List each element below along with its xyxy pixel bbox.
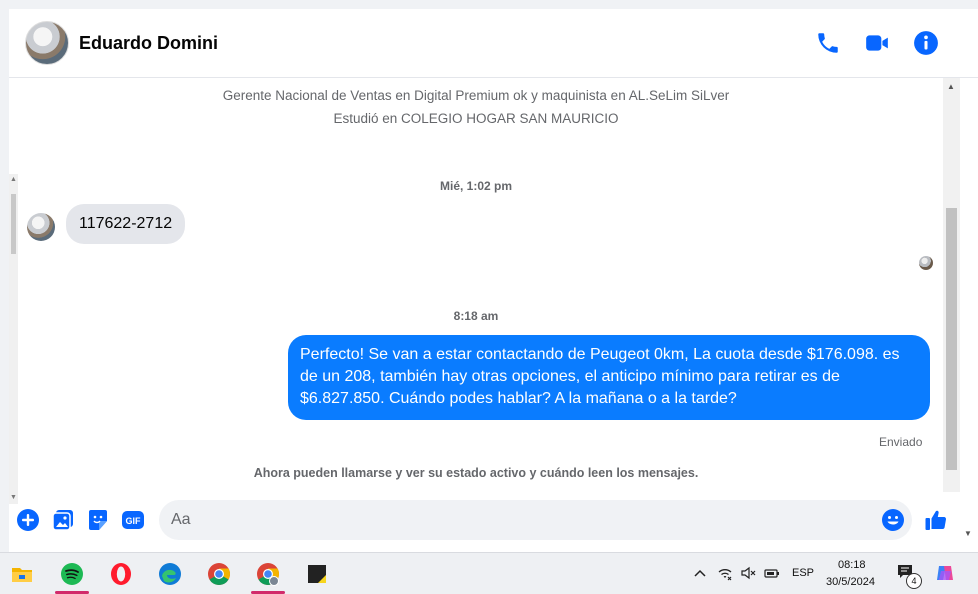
clock-date[interactable]: 30/5/2024 [826, 576, 875, 588]
edge-icon[interactable] [153, 557, 187, 591]
composer: GIF [9, 498, 978, 542]
like-icon[interactable] [924, 508, 948, 532]
volume-muted-icon[interactable] [740, 565, 756, 581]
chat-header: Eduardo Domini [9, 9, 978, 78]
phone-icon[interactable] [815, 30, 841, 56]
chrome-profile-icon[interactable] [251, 557, 285, 594]
sticky-notes-icon[interactable] [300, 557, 334, 591]
profile-work: Gerente Nacional de Ventas en Digital Pr… [222, 88, 730, 103]
info-icon[interactable] [913, 30, 939, 56]
file-explorer-icon[interactable] [5, 557, 39, 591]
message-input[interactable] [159, 500, 912, 540]
copilot-icon[interactable] [935, 563, 955, 583]
contact-avatar[interactable] [25, 21, 69, 65]
message-list[interactable]: Gerente Nacional de Ventas en Digital Pr… [9, 78, 943, 492]
spotify-icon[interactable] [55, 557, 89, 594]
contact-name[interactable]: Eduardo Domini [79, 33, 218, 54]
chat-window: ▲ ▼ Eduardo Domini Gerente Nacional de V… [9, 9, 978, 552]
outgoing-message[interactable]: Perfecto! Se van a estar contactando de … [288, 335, 930, 420]
video-camera-icon[interactable] [864, 30, 890, 56]
scroll-up-icon[interactable]: ▲ [947, 82, 955, 91]
system-notice: Ahora pueden llamarse y ver su estado ac… [253, 466, 699, 480]
sent-status: Enviado [879, 435, 923, 449]
notification-count-badge: 4 [906, 573, 922, 589]
top-strip [0, 0, 978, 9]
windows-taskbar: ESP 08:18 30/5/2024 4 [0, 552, 978, 594]
photo-gallery-icon[interactable] [51, 508, 75, 532]
opera-icon[interactable] [104, 557, 138, 591]
add-icon[interactable] [16, 508, 40, 532]
timestamp-separator: 8:18 am [453, 309, 499, 323]
battery-icon[interactable] [764, 565, 780, 581]
language-indicator[interactable]: ESP [792, 567, 814, 579]
show-hidden-icons-icon[interactable] [692, 565, 708, 581]
wifi-icon[interactable] [717, 565, 733, 581]
gif-label: GIF [126, 516, 142, 526]
sender-avatar[interactable] [27, 213, 55, 241]
profile-education: Estudió en COLEGIO HOGAR SAN MAURICIO [333, 111, 619, 126]
scroll-thumb[interactable] [946, 208, 957, 470]
read-receipt-avatar [919, 256, 933, 270]
sticker-icon[interactable] [86, 508, 110, 532]
page-scroll-down-icon[interactable]: ▼ [964, 529, 972, 538]
emoji-icon[interactable] [881, 508, 905, 532]
message-scrollbar[interactable]: ▲ [943, 78, 960, 492]
chrome-icon[interactable] [202, 557, 236, 591]
gif-icon[interactable]: GIF [121, 508, 145, 532]
incoming-message[interactable]: 117622-2712 [66, 204, 186, 244]
clock-time[interactable]: 08:18 [838, 559, 866, 571]
timestamp-separator: Mié, 1:02 pm [439, 179, 513, 193]
